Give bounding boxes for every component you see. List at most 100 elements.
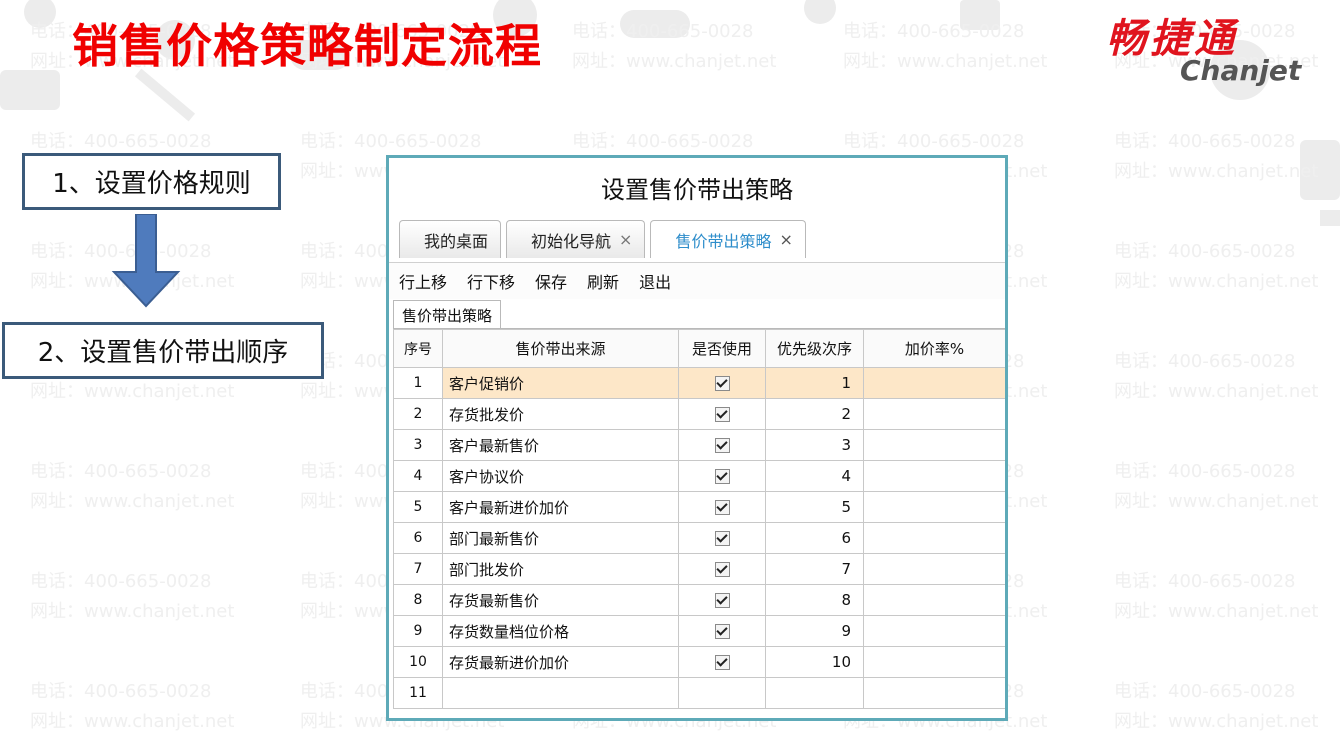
table-row[interactable]: 6 部门最新售价 6: [393, 522, 1005, 554]
table-row[interactable]: 8 存货最新售价 8: [393, 584, 1005, 616]
priority-cell[interactable]: 6: [765, 522, 864, 554]
used-cell[interactable]: [678, 491, 766, 523]
priority-cell[interactable]: [765, 677, 864, 709]
used-cell[interactable]: [678, 584, 766, 616]
used-checkbox[interactable]: [714, 593, 730, 608]
table-row[interactable]: 4 客户协议价 4: [393, 460, 1005, 492]
priority-cell[interactable]: 10: [765, 646, 864, 678]
row-number-cell[interactable]: 3: [393, 429, 443, 461]
priority-cell[interactable]: 7: [765, 553, 864, 585]
markup-rate-cell[interactable]: [863, 553, 1005, 585]
used-cell[interactable]: [678, 553, 766, 585]
column-header-no[interactable]: 序号: [393, 329, 443, 368]
priority-cell[interactable]: 2: [765, 398, 864, 430]
price-source-cell[interactable]: 存货数量档位价格: [442, 615, 679, 647]
table-row[interactable]: 1 客户促销价 1: [393, 367, 1005, 399]
used-checkbox[interactable]: [714, 407, 730, 422]
price-source-cell[interactable]: 客户协议价: [442, 460, 679, 492]
watermark-site: 网址：www.chanjet.net: [572, 51, 777, 72]
used-checkbox[interactable]: [714, 438, 730, 453]
priority-cell[interactable]: 8: [765, 584, 864, 616]
tab-init-guide[interactable]: 初始化导航 ×: [506, 220, 646, 258]
markup-rate-cell[interactable]: [863, 429, 1005, 461]
priority-cell[interactable]: 3: [765, 429, 864, 461]
used-cell[interactable]: [678, 522, 766, 554]
column-header-source[interactable]: 售价带出来源: [442, 329, 679, 368]
column-header-markup-rate[interactable]: 加价率%: [863, 329, 1005, 368]
step-1-label: 1、设置价格规则: [52, 169, 251, 199]
move-row-up-button[interactable]: 行上移: [389, 269, 457, 293]
priority-cell[interactable]: 1: [765, 367, 864, 399]
row-number-cell[interactable]: 5: [393, 491, 443, 523]
tab-my-desktop[interactable]: 我的桌面: [399, 220, 502, 258]
row-number-cell[interactable]: 4: [393, 460, 443, 492]
column-header-used[interactable]: 是否使用: [678, 329, 766, 368]
close-icon[interactable]: ×: [619, 230, 632, 249]
used-checkbox[interactable]: [714, 624, 730, 639]
close-icon[interactable]: ×: [779, 230, 792, 249]
used-cell[interactable]: [678, 398, 766, 430]
move-row-down-button[interactable]: 行下移: [457, 269, 525, 293]
watermark-phone: 电话：400-665-0028: [1114, 131, 1296, 152]
markup-rate-cell[interactable]: [863, 615, 1005, 647]
price-source-cell[interactable]: 客户最新进价加价: [442, 491, 679, 523]
markup-rate-cell[interactable]: [863, 522, 1005, 554]
exit-button[interactable]: 退出: [629, 269, 681, 293]
used-cell[interactable]: [678, 615, 766, 647]
price-source-cell[interactable]: 客户最新售价: [442, 429, 679, 461]
row-number-cell[interactable]: 8: [393, 584, 443, 616]
row-number-cell[interactable]: 11: [393, 677, 443, 709]
markup-rate-cell[interactable]: [863, 398, 1005, 430]
row-number-cell[interactable]: 10: [393, 646, 443, 678]
markup-rate-cell[interactable]: [863, 491, 1005, 523]
used-checkbox[interactable]: [714, 376, 730, 391]
watermark-text: 电话：400-665-0028 网址：www.chanjet.net: [1114, 127, 1318, 187]
used-checkbox[interactable]: [714, 469, 730, 484]
column-header-priority[interactable]: 优先级次序: [765, 329, 864, 368]
priority-cell[interactable]: 9: [765, 615, 864, 647]
markup-rate-cell[interactable]: [863, 677, 1005, 709]
price-source-cell[interactable]: 存货最新进价加价: [442, 646, 679, 678]
used-checkbox[interactable]: [714, 500, 730, 515]
price-source-cell[interactable]: 客户促销价: [442, 367, 679, 399]
tab-price-strategy[interactable]: 售价带出策略 ×: [650, 220, 806, 258]
table-row[interactable]: 11: [393, 677, 1005, 709]
refresh-button[interactable]: 刷新: [577, 269, 629, 293]
table-row[interactable]: 10 存货最新进价加价 10: [393, 646, 1005, 678]
watermark-phone: 电话：400-665-0028: [572, 21, 754, 42]
table-row[interactable]: 2 存货批发价 2: [393, 398, 1005, 430]
price-source-cell[interactable]: 部门批发价: [442, 553, 679, 585]
price-source-cell[interactable]: 部门最新售价: [442, 522, 679, 554]
row-number-cell[interactable]: 9: [393, 615, 443, 647]
price-source-cell[interactable]: 存货批发价: [442, 398, 679, 430]
used-checkbox[interactable]: [714, 655, 730, 670]
subtab-price-strategy[interactable]: 售价带出策略: [393, 300, 502, 329]
markup-rate-cell[interactable]: [863, 584, 1005, 616]
markup-rate-cell[interactable]: [863, 460, 1005, 492]
row-number-cell[interactable]: 6: [393, 522, 443, 554]
used-cell[interactable]: [678, 367, 766, 399]
markup-rate-cell[interactable]: [863, 367, 1005, 399]
used-checkbox[interactable]: [714, 562, 730, 577]
app-screenshot-frame: 设置售价带出策略 我的桌面 初始化导航 × 售价带出策略 × 行上移 行下移 保…: [386, 155, 1008, 721]
priority-cell[interactable]: 5: [765, 491, 864, 523]
row-number-cell[interactable]: 7: [393, 553, 443, 585]
row-number-cell[interactable]: 1: [393, 367, 443, 399]
price-source-cell[interactable]: [442, 677, 679, 709]
price-source-cell[interactable]: 存货最新售价: [442, 584, 679, 616]
used-cell[interactable]: [678, 646, 766, 678]
table-row[interactable]: 7 部门批发价 7: [393, 553, 1005, 585]
markup-rate-cell[interactable]: [863, 646, 1005, 678]
table-row[interactable]: 9 存货数量档位价格 9: [393, 615, 1005, 647]
priority-cell[interactable]: 4: [765, 460, 864, 492]
used-cell[interactable]: [678, 677, 766, 709]
used-checkbox[interactable]: [714, 531, 730, 546]
row-number-cell[interactable]: 2: [393, 398, 443, 430]
used-cell[interactable]: [678, 429, 766, 461]
save-button[interactable]: 保存: [525, 269, 577, 293]
watermark-text: 电话：400-665-0028 网址：www.chanjet.net: [1114, 457, 1318, 517]
watermark-text: 电话：400-665-0028 网址：www.chanjet.net: [1114, 567, 1318, 627]
used-cell[interactable]: [678, 460, 766, 492]
table-row[interactable]: 5 客户最新进价加价 5: [393, 491, 1005, 523]
table-row[interactable]: 3 客户最新售价 3: [393, 429, 1005, 461]
